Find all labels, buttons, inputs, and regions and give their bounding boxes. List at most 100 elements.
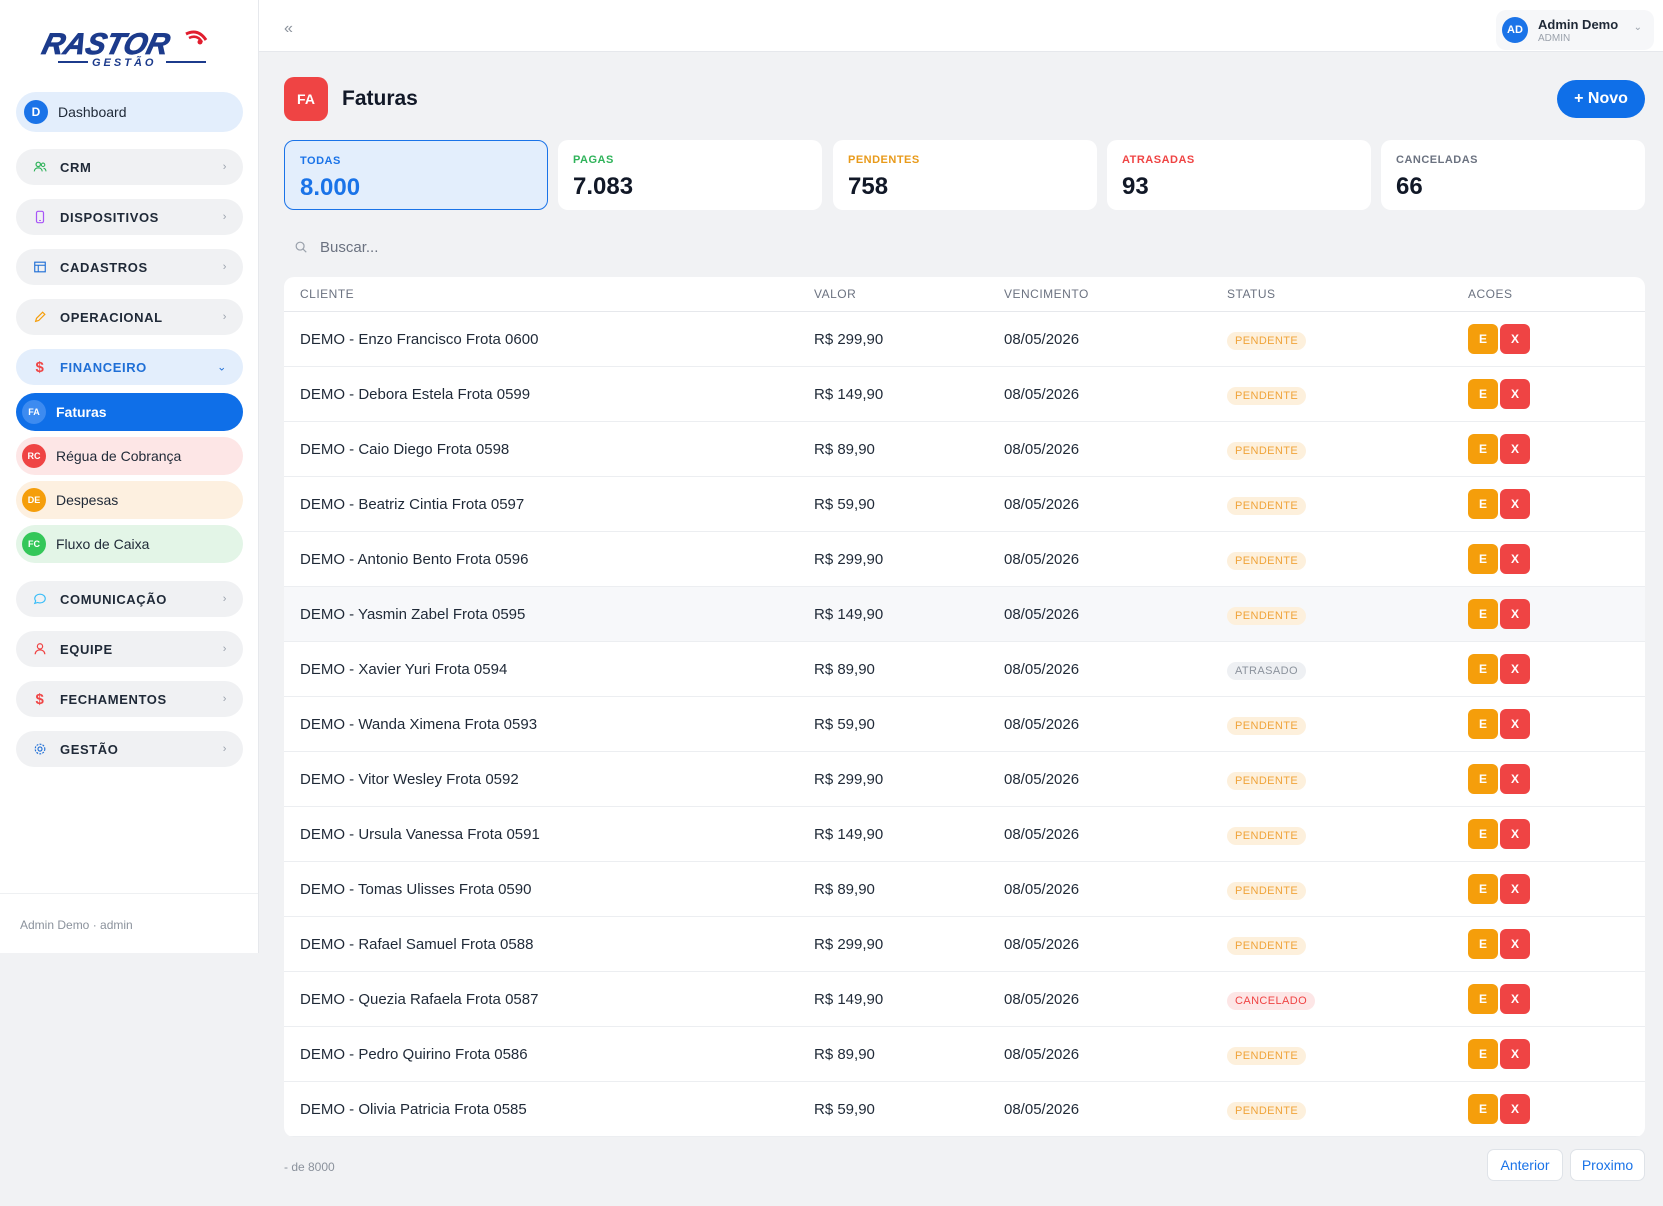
chevron-right-icon: › (222, 211, 227, 223)
stat-card-canceladas[interactable]: CANCELADAS 66 (1381, 140, 1645, 210)
column-header-cliente[interactable]: CLIENTE (300, 287, 354, 301)
delete-button[interactable]: X (1500, 654, 1530, 684)
cell-vencimento: 08/05/2026 (1004, 660, 1080, 678)
delete-button[interactable]: X (1500, 489, 1530, 519)
table-row[interactable]: DEMO - Wanda Ximena Frota 0593 R$ 59,90 08… (284, 697, 1645, 752)
table-row[interactable]: DEMO - Yasmin Zabel Frota 0595 R$ 149,90 0… (284, 587, 1645, 642)
stat-card-atrasadas[interactable]: ATRASADAS 93 (1107, 140, 1371, 210)
stat-value: 93 (1122, 173, 1149, 200)
delete-button[interactable]: X (1500, 434, 1530, 464)
cell-vencimento: 08/05/2026 (1004, 880, 1080, 898)
stat-card-pendentes[interactable]: PENDENTES 758 (833, 140, 1097, 210)
table-row[interactable]: DEMO - Debora Estela Frota 0599 R$ 149,90… (284, 367, 1645, 422)
row-actions: EX (1468, 709, 1532, 739)
user-menu[interactable]: AD Admin Demo ADMIN ⌄ (1496, 10, 1654, 50)
edit-button[interactable]: E (1468, 489, 1498, 519)
status-badge: PENDENTE (1227, 716, 1307, 735)
sidebar-item-dispositivos[interactable]: DISPOSITIVOS › (16, 199, 243, 235)
table-row[interactable]: DEMO - Vitor Wesley Frota 0592 R$ 299,90 0… (284, 752, 1645, 807)
table-row[interactable]: DEMO - Olivia Patricia Frota 0585 R$ 59,9… (284, 1082, 1645, 1137)
table-header: CLIENTE VALOR VENCIMENTO STATUS ACOES (284, 277, 1645, 312)
sidebar-item-label: CRM (60, 159, 92, 175)
stat-card-pagas[interactable]: PAGAS 7.083 (558, 140, 822, 210)
cell-valor: R$ 299,90 (814, 330, 884, 348)
table-row[interactable]: DEMO - Pedro Quirino Frota 0586 R$ 89,90 0… (284, 1027, 1645, 1082)
next-page-button[interactable]: Proximo (1570, 1149, 1645, 1181)
cell-valor: R$ 89,90 (814, 440, 875, 458)
edit-button[interactable]: E (1468, 434, 1498, 464)
edit-button[interactable]: E (1468, 1039, 1498, 1069)
edit-button[interactable]: E (1468, 379, 1498, 409)
topbar: « AD Admin Demo ADMIN ⌄ (259, 0, 1663, 52)
delete-button[interactable]: X (1500, 819, 1530, 849)
edit-button[interactable]: E (1468, 654, 1498, 684)
delete-button[interactable]: X (1500, 984, 1530, 1014)
new-invoice-button[interactable]: + Novo (1557, 80, 1645, 118)
fluxo-badge: FC (22, 532, 46, 556)
edit-button[interactable]: E (1468, 1094, 1498, 1124)
cell-cliente: DEMO - Debora Estela Frota 0599 (300, 385, 531, 403)
sidebar-subitem-regua-de-cobranca[interactable]: RC Régua de Cobrança (16, 437, 243, 475)
table-row[interactable]: DEMO - Enzo Francisco Frota 0600 R$ 299,9… (284, 312, 1645, 367)
delete-button[interactable]: X (1500, 324, 1530, 354)
table-row[interactable]: DEMO - Rafael Samuel Frota 0588 R$ 299,90… (284, 917, 1645, 972)
sidebar-subitem-fluxo-de-caixa[interactable]: FC Fluxo de Caixa (16, 525, 243, 563)
sidebar-item-label: OPERACIONAL (60, 309, 163, 325)
delete-button[interactable]: X (1500, 709, 1530, 739)
sidebar-item-fechamentos[interactable]: $ FECHAMENTOS › (16, 681, 243, 717)
column-header-valor[interactable]: VALOR (814, 287, 856, 301)
row-actions: EX (1468, 819, 1532, 849)
sidebar-item-financeiro[interactable]: $ FINANCEIRO ⌄ (16, 349, 243, 385)
chevron-down-icon: ⌄ (1633, 22, 1642, 33)
table-row[interactable]: DEMO - Beatriz Cintia Frota 0597 R$ 59,90… (284, 477, 1645, 532)
delete-button[interactable]: X (1500, 1094, 1530, 1124)
user-name: Admin Demo (1538, 16, 1619, 32)
delete-button[interactable]: X (1500, 874, 1530, 904)
edit-button[interactable]: E (1468, 709, 1498, 739)
edit-button[interactable]: E (1468, 324, 1498, 354)
edit-button[interactable]: E (1468, 874, 1498, 904)
stat-label: TODAS (300, 155, 341, 167)
delete-button[interactable]: X (1500, 764, 1530, 794)
column-header-status[interactable]: STATUS (1227, 287, 1276, 301)
table-row[interactable]: DEMO - Antonio Bento Frota 0596 R$ 299,90… (284, 532, 1645, 587)
edit-button[interactable]: E (1468, 929, 1498, 959)
delete-button[interactable]: X (1500, 379, 1530, 409)
search-input[interactable] (320, 238, 720, 256)
delete-button[interactable]: X (1500, 599, 1530, 629)
collapse-sidebar-icon[interactable]: « (284, 20, 293, 38)
stat-card-todas[interactable]: TODAS 8.000 (284, 140, 548, 210)
sidebar-subitem-label: Faturas (56, 404, 107, 420)
stat-label: PAGAS (573, 154, 614, 166)
sidebar-item-cadastros[interactable]: CADASTROS › (16, 249, 243, 285)
sidebar-item-gestao[interactable]: GESTÃO › (16, 731, 243, 767)
column-header-vencimento[interactable]: VENCIMENTO (1004, 287, 1089, 301)
brand-logo[interactable]: RASTOR GESTÃO (36, 24, 226, 74)
edit-button[interactable]: E (1468, 984, 1498, 1014)
sidebar-item-crm[interactable]: CRM › (16, 149, 243, 185)
sidebar-item-dashboard[interactable]: D Dashboard (16, 92, 243, 132)
table-row[interactable]: DEMO - Ursula Vanessa Frota 0591 R$ 149,9… (284, 807, 1645, 862)
table-row[interactable]: DEMO - Quezia Rafaela Frota 0587 R$ 149,9… (284, 972, 1645, 1027)
status-badge: PENDENTE (1227, 551, 1307, 570)
sidebar-item-operacional[interactable]: OPERACIONAL › (16, 299, 243, 335)
previous-page-button[interactable]: Anterior (1487, 1149, 1563, 1181)
edit-button[interactable]: E (1468, 544, 1498, 574)
status-badge: PENDENTE (1227, 496, 1307, 515)
sidebar-subitem-despesas[interactable]: DE Despesas (16, 481, 243, 519)
sidebar-item-equipe[interactable]: EQUIPE › (16, 631, 243, 667)
cell-valor: R$ 89,90 (814, 1045, 875, 1063)
delete-button[interactable]: X (1500, 544, 1530, 574)
table-row[interactable]: DEMO - Tomas Ulisses Frota 0590 R$ 89,90 0… (284, 862, 1645, 917)
table-row[interactable]: DEMO - Xavier Yuri Frota 0594 R$ 89,90 08/… (284, 642, 1645, 697)
edit-button[interactable]: E (1468, 599, 1498, 629)
sidebar-subitem-faturas[interactable]: FA Faturas (16, 393, 243, 431)
delete-button[interactable]: X (1500, 1039, 1530, 1069)
delete-button[interactable]: X (1500, 929, 1530, 959)
sidebar-subitem-label: Despesas (56, 492, 119, 508)
page-badge: FA (284, 77, 328, 121)
edit-button[interactable]: E (1468, 764, 1498, 794)
table-row[interactable]: DEMO - Caio Diego Frota 0598 R$ 89,90 08/0… (284, 422, 1645, 477)
sidebar-item-comunicacao[interactable]: COMUNICAÇÃO › (16, 581, 243, 617)
edit-button[interactable]: E (1468, 819, 1498, 849)
